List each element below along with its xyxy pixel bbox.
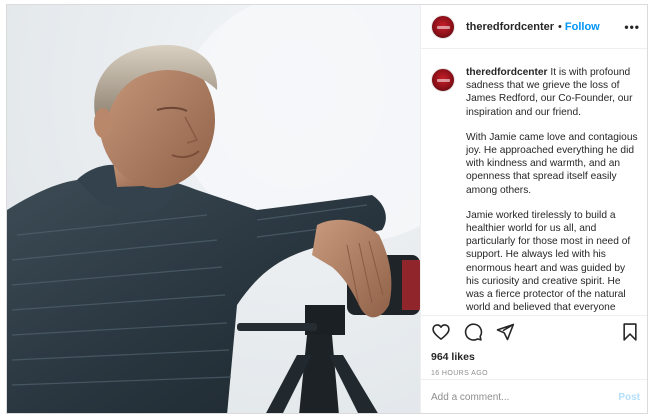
follow-button[interactable]: Follow: [565, 21, 600, 33]
comment-input[interactable]: [431, 392, 619, 403]
post-side-panel: theredfordcenter • Follow ••• theredford…: [420, 5, 647, 413]
post-timestamp[interactable]: 16 HOURS AGO: [431, 370, 488, 377]
share-icon[interactable]: [495, 322, 515, 342]
comment-icon[interactable]: [463, 322, 483, 342]
username-link[interactable]: theredfordcenter: [466, 21, 554, 33]
comment-bar: Post: [421, 379, 647, 413]
more-options-icon[interactable]: •••: [624, 20, 640, 34]
caption-paragraph-1: theredfordcenter It is with profound sad…: [466, 66, 640, 119]
caption-paragraph-2: With Jamie came love and contagious joy.…: [466, 131, 638, 196]
caption-paragraph-3: Jamie worked tirelessly to build a healt…: [466, 209, 631, 314]
action-icons: [431, 322, 515, 342]
bookmark-icon[interactable]: [620, 322, 640, 342]
separator-dot: •: [558, 20, 562, 33]
caption-avatar[interactable]: [431, 68, 455, 92]
post-comment-button[interactable]: Post: [618, 392, 640, 403]
caption-area: theredfordcenter It is with profound sad…: [421, 50, 647, 315]
post-header: theredfordcenter • Follow •••: [421, 5, 647, 49]
likes-count[interactable]: 964 likes: [431, 351, 475, 363]
post-photo[interactable]: [7, 5, 420, 413]
photo-illustration: [7, 5, 420, 413]
avatar[interactable]: [431, 14, 455, 39]
caption-username-link[interactable]: theredfordcenter: [466, 67, 548, 78]
heart-icon[interactable]: [431, 322, 451, 342]
instagram-post: theredfordcenter • Follow ••• theredford…: [6, 4, 648, 414]
caption-text: theredfordcenter It is with profound sad…: [466, 66, 640, 315]
